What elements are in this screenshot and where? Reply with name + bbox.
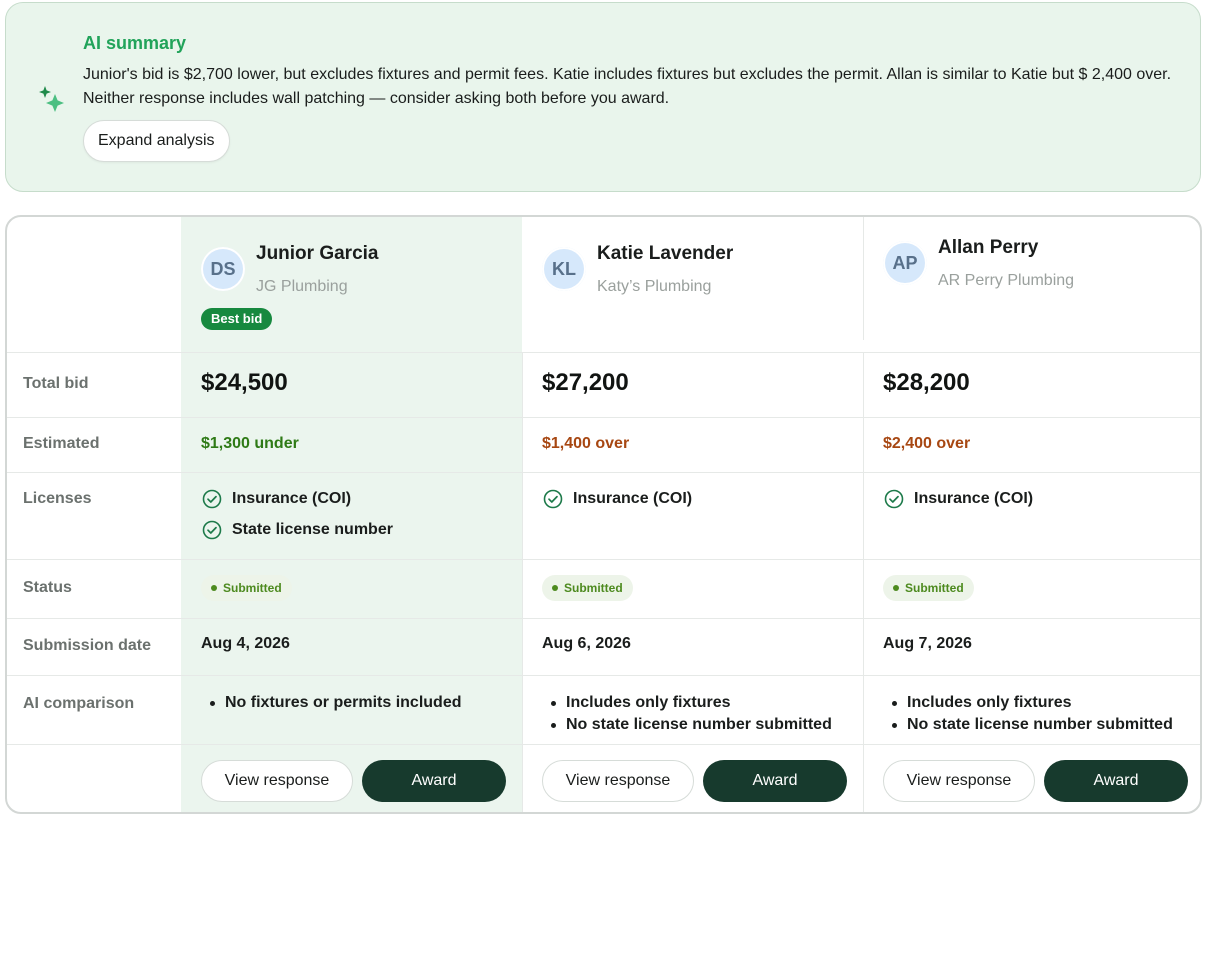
- status-badge: Submitted: [201, 575, 292, 601]
- status-dot: [893, 585, 899, 591]
- bidder-header-allan: AP Allan Perry AR Perry Plumbing: [883, 235, 1183, 335]
- avatar: KL: [542, 247, 586, 291]
- license-label: Insurance (COI): [232, 490, 352, 507]
- list-item: Includes only fixtures: [883, 692, 1173, 714]
- list-item: Includes only fixtures: [542, 692, 832, 714]
- status-text: Submitted: [564, 581, 623, 595]
- bidder-company: AR Perry Plumbing: [938, 272, 1075, 289]
- submission-date: Aug 6, 2026: [542, 635, 631, 652]
- bidder-name: Junior Garcia: [256, 243, 379, 264]
- estimate-value: $1,300 under: [201, 435, 299, 452]
- row-divider: [7, 352, 1200, 353]
- ai-comparison-list: No fixtures or permits included: [201, 692, 461, 714]
- view-response-button[interactable]: View response: [201, 760, 353, 802]
- status-dot: [552, 585, 558, 591]
- check-circle-icon: [202, 520, 222, 540]
- row-label-submission-date: Submission date: [23, 637, 152, 654]
- check-circle-icon: [884, 489, 904, 509]
- avatar: DS: [201, 247, 245, 291]
- bidder-company: Katy’s Plumbing: [597, 278, 712, 295]
- expand-analysis-button[interactable]: Expand analysis: [83, 120, 230, 162]
- summary-title: AI summary: [83, 33, 187, 53]
- status-badge: Submitted: [542, 575, 633, 601]
- bidder-name: Katie Lavender: [597, 243, 734, 264]
- avatar: AP: [883, 241, 927, 285]
- award-button[interactable]: Award: [703, 760, 847, 802]
- row-label-licenses: Licenses: [23, 490, 92, 507]
- row-divider: [7, 675, 1200, 676]
- license-label: Insurance (COI): [573, 490, 693, 507]
- column-divider: [863, 217, 864, 340]
- row-divider: [7, 618, 1200, 619]
- ai-summary-card: AI summary Junior's bid is $2,700 lower,…: [5, 2, 1201, 192]
- bid-comparison-table: Total bid Estimated Licenses Status Subm…: [5, 215, 1202, 814]
- check-circle-icon: [202, 489, 222, 509]
- row-divider: [7, 559, 1200, 560]
- row-divider: [7, 417, 1200, 418]
- row-label-estimated: Estimated: [23, 435, 100, 452]
- submission-date: Aug 7, 2026: [883, 635, 972, 652]
- estimate-value: $2,400 over: [883, 435, 971, 452]
- bidder-name: Allan Perry: [938, 237, 1039, 258]
- row-divider: [7, 744, 1200, 745]
- license-label: State license number: [232, 521, 393, 538]
- column-divider: [522, 352, 523, 812]
- bidder-company: JG Plumbing: [256, 278, 348, 295]
- list-item: No state license number submitted: [883, 714, 1173, 736]
- estimate-value: $1,400 over: [542, 435, 630, 452]
- status-dot: [211, 585, 217, 591]
- status-text: Submitted: [223, 581, 282, 595]
- best-bid-badge: Best bid: [201, 308, 273, 330]
- row-label-total-bid: Total bid: [23, 375, 89, 392]
- column-divider: [863, 352, 864, 812]
- row-label-ai-comparison: AI comparison: [23, 695, 135, 712]
- check-circle-icon: [543, 489, 563, 509]
- list-item: No state license number submitted: [542, 714, 832, 736]
- view-response-button[interactable]: View response: [883, 760, 1035, 802]
- row-label-status: Status: [23, 579, 72, 596]
- award-button[interactable]: Award: [362, 760, 506, 802]
- license-label: Insurance (COI): [914, 490, 1034, 507]
- sparkle-icon: [39, 86, 64, 112]
- status-text: Submitted: [905, 581, 964, 595]
- ai-comparison-list: Includes only fixtures No state license …: [883, 692, 1173, 736]
- bidder-header-katie: KL Katie Lavender Katy’s Plumbing: [542, 241, 842, 341]
- award-button[interactable]: Award: [1044, 760, 1188, 802]
- bidder-header-junior: DS Junior Garcia JG Plumbing Best bid: [201, 241, 501, 356]
- summary-text: Junior's bid is $2,700 lower, but exclud…: [83, 66, 1172, 107]
- submission-date: Aug 4, 2026: [201, 635, 290, 652]
- ai-comparison-list: Includes only fixtures No state license …: [542, 692, 832, 736]
- list-item: No fixtures or permits included: [201, 692, 461, 714]
- row-divider: [7, 472, 1200, 473]
- total-bid-value: $28,200: [883, 369, 970, 396]
- total-bid-value: $27,200: [542, 369, 629, 396]
- status-badge: Submitted: [883, 575, 974, 601]
- view-response-button[interactable]: View response: [542, 760, 694, 802]
- total-bid-value: $24,500: [201, 369, 288, 396]
